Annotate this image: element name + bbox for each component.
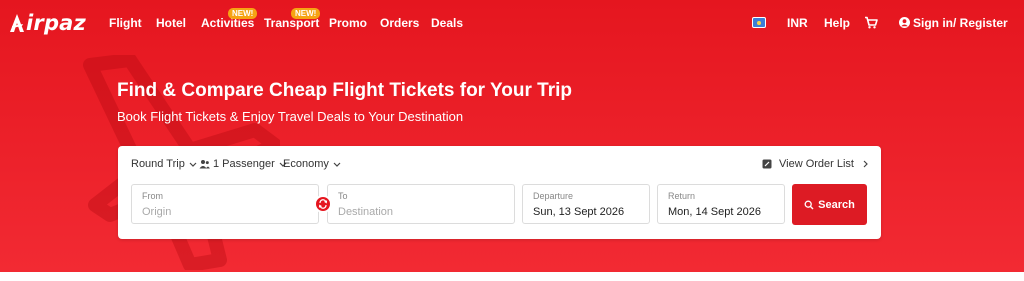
nav-promo[interactable]: Promo — [329, 16, 367, 30]
flag-emblem — [757, 21, 761, 25]
logo-plane-a-icon — [10, 14, 24, 32]
trip-type-label: Round Trip — [131, 158, 185, 170]
swap-icon — [318, 199, 328, 209]
user-icon — [899, 17, 910, 28]
search-button-label: Search — [818, 198, 855, 211]
view-order-list-link[interactable]: View Order List — [762, 158, 868, 170]
cabin-class-dropdown[interactable]: Economy — [283, 158, 341, 170]
swap-origin-destination-button[interactable] — [314, 195, 332, 213]
currency-selector[interactable]: INR — [787, 16, 808, 30]
return-label: Return — [668, 191, 696, 201]
nav-deals[interactable]: Deals — [431, 16, 463, 30]
departure-date-field[interactable]: Departure Sun, 13 Sept 2026 — [522, 184, 650, 224]
cart-icon[interactable] — [864, 16, 878, 29]
cabin-class-label: Economy — [283, 158, 329, 170]
departure-value: Sun, 13 Sept 2026 — [533, 206, 625, 218]
origin-placeholder: Origin — [142, 206, 172, 218]
search-button[interactable]: Search — [792, 184, 867, 225]
hero-title: Find & Compare Cheap Flight Tickets for … — [117, 80, 572, 101]
view-order-list-label: View Order List — [779, 158, 854, 170]
nav-hotel[interactable]: Hotel — [156, 16, 186, 30]
origin-field[interactable]: From Origin — [131, 184, 319, 224]
flight-search-card: Round Trip 1 Passenger Economy View Orde… — [118, 146, 881, 239]
help-link[interactable]: Help — [824, 16, 850, 30]
order-list-icon — [762, 159, 772, 169]
new-badge-activities: NEW! — [228, 8, 258, 19]
destination-label: To — [338, 191, 348, 201]
nav-flight[interactable]: Flight — [109, 16, 142, 30]
logo-text: irpaz — [26, 11, 86, 35]
search-icon — [804, 200, 814, 209]
signin-register-link[interactable]: Sign in/ Register — [913, 16, 1008, 30]
nav-orders[interactable]: Orders — [380, 16, 419, 30]
chevron-down-icon — [189, 162, 197, 167]
new-badge-transport: NEW! — [291, 8, 321, 19]
hero-subtitle: Book Flight Tickets & Enjoy Travel Deals… — [117, 109, 464, 124]
passengers-icon — [199, 160, 210, 169]
return-date-field[interactable]: Return Mon, 14 Sept 2026 — [657, 184, 785, 224]
departure-label: Departure — [533, 191, 574, 201]
passenger-dropdown[interactable]: 1 Passenger — [199, 158, 287, 170]
passenger-label: 1 Passenger — [213, 158, 275, 170]
chevron-down-icon — [333, 162, 341, 167]
trip-type-dropdown[interactable]: Round Trip — [131, 158, 197, 170]
destination-field[interactable]: To Destination — [327, 184, 515, 224]
language-flag-icon[interactable] — [752, 17, 766, 28]
chevron-right-icon — [863, 160, 868, 168]
airpaz-logo[interactable]: irpaz — [9, 10, 86, 36]
origin-label: From — [142, 191, 163, 201]
return-value: Mon, 14 Sept 2026 — [668, 206, 761, 218]
destination-placeholder: Destination — [338, 206, 394, 218]
top-navigation-bar: irpaz Flight Hotel Activities NEW! Trans… — [0, 0, 1024, 46]
